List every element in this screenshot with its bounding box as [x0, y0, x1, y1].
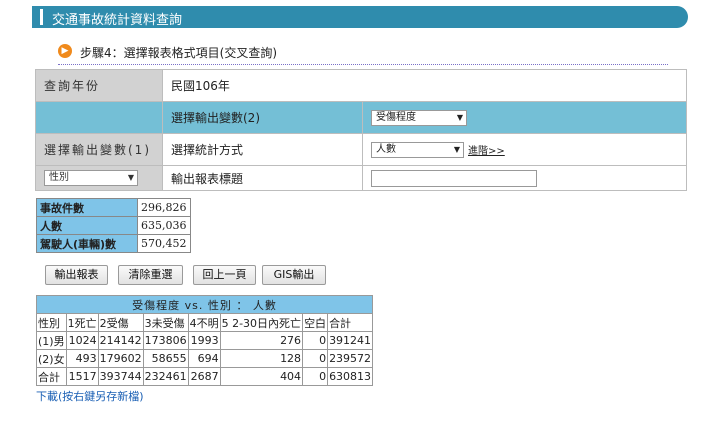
report-title-input[interactable] [371, 169, 537, 187]
summary-label: 人數 [36, 216, 138, 235]
table-cell: 0 [302, 367, 329, 386]
var1-select[interactable]: 性別 ▼ [44, 170, 138, 186]
result-table: 受傷程度 vs. 性別 ： 人數 性別 1死亡 2受傷 3未受傷 4不明 5 2… [35, 295, 374, 386]
chevron-down-icon: ▼ [456, 112, 463, 122]
table-cell: 1517 [65, 367, 99, 386]
gis-output-button[interactable]: GIS輸出 [262, 265, 326, 285]
result-header-row: 性別 1死亡 2受傷 3未受傷 4不明 5 2-30日內死亡 空白 合計 [36, 313, 374, 332]
chevron-down-icon: ▼ [453, 144, 460, 154]
reset-button[interactable]: 清除重選 [118, 265, 183, 285]
summary-row: 人數 635,036 [36, 216, 191, 235]
column-header: 2受傷 [97, 313, 144, 332]
report-title-label: 輸出報表標題 [162, 165, 363, 191]
column-header: 性別 [36, 313, 67, 332]
report-title-cell [362, 165, 687, 191]
table-cell: 179602 [97, 349, 144, 368]
var1-cell: 性別 ▼ [35, 165, 163, 191]
table-cell: 276 [219, 331, 304, 350]
summary-value: 296,826 [137, 198, 191, 217]
var2-cell: 受傷程度 ▼ [362, 101, 687, 134]
page-title: 交通事故統計資料查詢 [52, 13, 183, 28]
summary-label: 駕駛人(車輛)數 [36, 234, 138, 253]
chevron-down-icon: ▼ [127, 173, 134, 182]
table-cell: 694 [187, 349, 221, 368]
table-cell: 0 [302, 331, 329, 350]
stat-cell: 人數 ▼ 進階>> [362, 133, 687, 166]
output-report-button[interactable]: 輸出報表 [45, 265, 108, 285]
table-row: 合計 1517 393744 232461 2687 404 0 630813 [36, 367, 374, 386]
table-row: (2)女 493 179602 58655 694 128 0 239572 [36, 349, 374, 368]
column-header: 1死亡 [65, 313, 99, 332]
row-label: (2)女 [36, 349, 67, 368]
query-form: 查詢年份 民國106年 選擇輸出變數(2) 受傷程度 ▼ 選擇輸出變數(1) 選擇… [35, 69, 687, 191]
table-cell: 1993 [187, 331, 221, 350]
column-header: 合計 [327, 313, 374, 332]
stat-select[interactable]: 人數 ▼ [371, 141, 464, 158]
table-cell: 214142 [97, 331, 144, 350]
summary-row: 駕駛人(車輛)數 570,452 [36, 234, 191, 253]
table-cell: 2687 [187, 367, 221, 386]
column-header: 空白 [302, 313, 329, 332]
column-header: 4不明 [187, 313, 221, 332]
table-cell: 1024 [65, 331, 99, 350]
table-cell: 404 [219, 367, 304, 386]
back-button[interactable]: 回上一頁 [193, 265, 256, 285]
row-label: (1)男 [36, 331, 67, 350]
column-header: 3未受傷 [142, 313, 189, 332]
year-value: 民國106年 [162, 69, 687, 102]
summary-table: 事故件數 296,826 人數 635,036 駕駛人(車輛)數 570,452 [36, 198, 191, 253]
var2-select[interactable]: 受傷程度 ▼ [371, 109, 467, 126]
result-title: 受傷程度 vs. 性別 ： 人數 [35, 295, 374, 314]
summary-value: 570,452 [137, 234, 191, 253]
table-cell: 232461 [142, 367, 189, 386]
var2-label: 選擇輸出變數(2) [162, 101, 363, 134]
download-link[interactable]: 下載(按右鍵另存新檔) [36, 388, 144, 404]
summary-row: 事故件數 296,826 [36, 198, 191, 217]
table-cell: 630813 [327, 367, 374, 386]
page-header: 交通事故統計資料查詢 [32, 6, 688, 28]
table-cell: 391241 [327, 331, 374, 350]
table-cell: 173806 [142, 331, 189, 350]
blank-blue-cell [35, 101, 163, 134]
table-row: (1)男 1024 214142 173806 1993 276 0 39124… [36, 331, 374, 350]
row-label: 合計 [36, 367, 67, 386]
advanced-link[interactable]: 進階>> [468, 146, 505, 157]
table-cell: 393744 [97, 367, 144, 386]
table-cell: 128 [219, 349, 304, 368]
year-label: 查詢年份 [35, 69, 163, 102]
step-heading: ▶ 步驟4：選擇報表格式項目(交叉查詢) [58, 43, 668, 65]
stat-label: 選擇統計方式 [162, 133, 363, 166]
header-marker [40, 9, 43, 25]
var1-label: 選擇輸出變數(1) [35, 133, 163, 166]
summary-value: 635,036 [137, 216, 191, 235]
summary-label: 事故件數 [36, 198, 138, 217]
table-cell: 239572 [327, 349, 374, 368]
arrow-right-circle-icon: ▶ [58, 44, 72, 58]
table-cell: 493 [65, 349, 99, 368]
table-cell: 58655 [142, 349, 189, 368]
step-text: 步驟4：選擇報表格式項目(交叉查詢) [80, 46, 277, 60]
table-cell: 0 [302, 349, 329, 368]
column-header: 5 2-30日內死亡 [219, 313, 304, 332]
